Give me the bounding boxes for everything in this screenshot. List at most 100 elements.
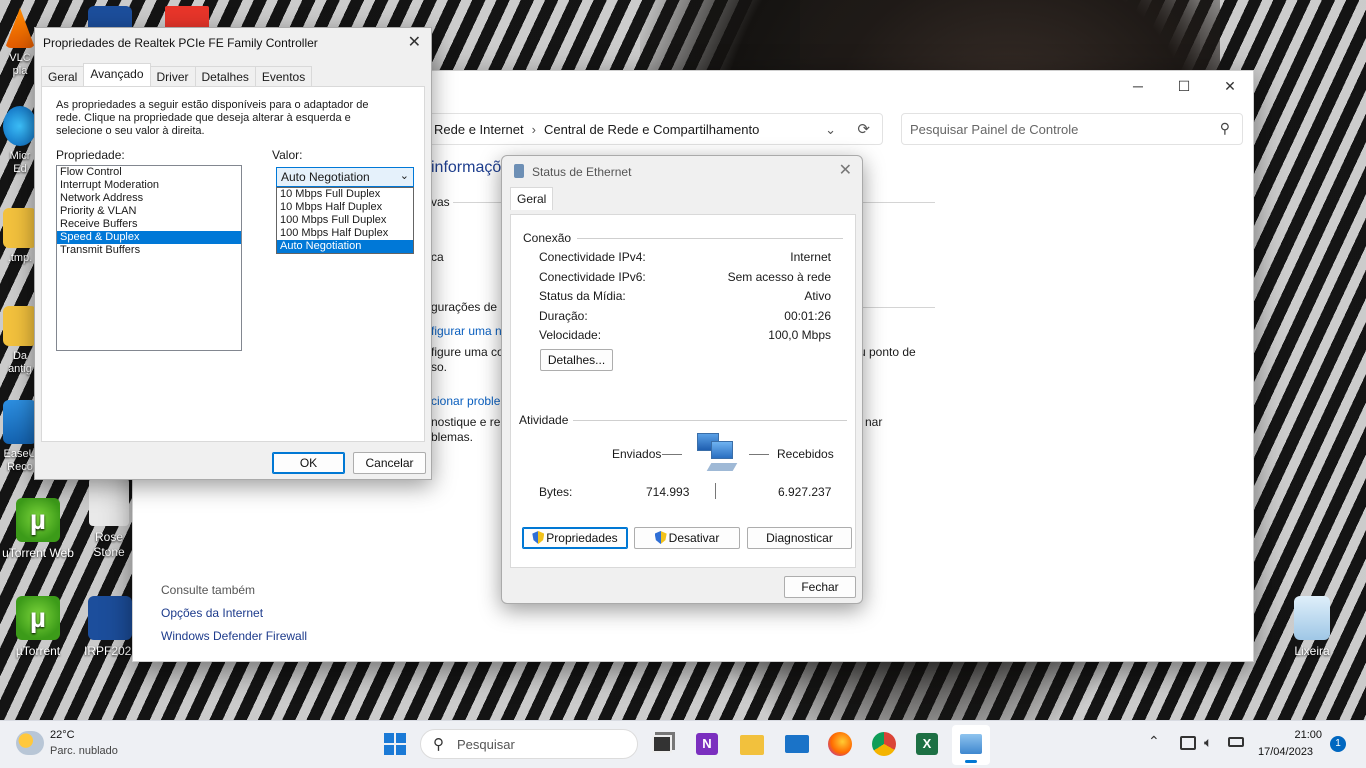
- minimize-icon[interactable]: ─: [1115, 71, 1161, 101]
- desktop-icon-utorrent-web[interactable]: µ uTorrent Web: [0, 498, 76, 560]
- search-label: Pesquisar: [457, 737, 515, 752]
- cancel-button[interactable]: Cancelar: [353, 452, 426, 474]
- utorrent-icon: µ: [16, 596, 60, 640]
- breadcrumb-central-rede[interactable]: Central de Rede e Compartilhamento: [544, 122, 759, 137]
- disable-button[interactable]: Desativar: [634, 527, 740, 549]
- description-text: As propriedades a seguir estão disponíve…: [56, 99, 369, 137]
- clock-time[interactable]: 21:00: [1262, 729, 1322, 741]
- close-icon[interactable]: ✕: [408, 32, 421, 52]
- taskbar-search[interactable]: ⚲ Pesquisar: [420, 729, 638, 759]
- list-item[interactable]: Network Address: [57, 192, 241, 205]
- chevron-down-icon[interactable]: ⌄: [825, 122, 836, 138]
- details-button[interactable]: Detalhes...: [540, 349, 613, 371]
- desktop-icon-rosetta[interactable]: Rose Stone: [84, 478, 134, 560]
- close-button[interactable]: Fechar: [784, 576, 856, 598]
- value-combobox[interactable]: Auto Negotiation ⌄: [276, 167, 414, 187]
- edge-icon: [3, 106, 37, 146]
- dropdown-option-selected[interactable]: Auto Negotiation: [277, 240, 413, 253]
- dropdown-option[interactable]: 100 Mbps Full Duplex: [277, 214, 413, 227]
- chevron-down-icon: ⌄: [399, 170, 409, 182]
- ok-button[interactable]: OK: [272, 452, 345, 474]
- battery-icon[interactable]: [1228, 737, 1244, 747]
- mail-icon[interactable]: [785, 735, 809, 753]
- row-value: Ativo: [804, 289, 831, 303]
- search-input[interactable]: Pesquisar Painel de Controle ⚲: [901, 113, 1243, 145]
- task-view-icon[interactable]: [652, 735, 672, 753]
- clock-date[interactable]: 17/04/2023: [1258, 746, 1313, 758]
- bg-text: vas: [431, 195, 450, 209]
- see-also-firewall[interactable]: Windows Defender Firewall: [161, 629, 307, 643]
- folder-icon: [3, 208, 37, 248]
- weather-icon[interactable]: [16, 731, 44, 755]
- list-item[interactable]: Interrupt Moderation: [57, 179, 241, 192]
- divider: [749, 454, 769, 455]
- bg-text: blemas.: [431, 430, 474, 444]
- breadcrumb-rede-internet[interactable]: Rede e Internet: [434, 122, 524, 137]
- divider: [853, 307, 935, 308]
- property-label: Propriedade:: [56, 148, 125, 162]
- list-item[interactable]: Flow Control: [57, 166, 241, 179]
- close-icon[interactable]: ✕: [839, 160, 852, 180]
- bg-text: so.: [431, 360, 448, 374]
- row-label: Status da Mídia:: [539, 289, 626, 303]
- diagnose-button[interactable]: Diagnosticar: [747, 527, 852, 549]
- maximize-icon[interactable]: ☐: [1161, 71, 1207, 101]
- status-row-duration: Duração: 00:01:26: [539, 309, 831, 323]
- chevron-up-icon[interactable]: ⌃: [1148, 733, 1160, 750]
- tab-geral[interactable]: Geral: [510, 187, 554, 210]
- dropdown-option[interactable]: 10 Mbps Half Duplex: [277, 201, 413, 214]
- notification-badge[interactable]: 1: [1330, 736, 1346, 752]
- search-icon: ⚲: [1219, 120, 1230, 136]
- excel-icon[interactable]: X: [916, 733, 938, 755]
- value-dropdown-list[interactable]: 10 Mbps Full Duplex 10 Mbps Half Duplex …: [276, 187, 414, 254]
- dropdown-option[interactable]: 10 Mbps Full Duplex: [277, 188, 413, 201]
- row-value: Internet: [790, 250, 831, 264]
- control-panel-taskbar-button[interactable]: [952, 725, 990, 765]
- volume-icon[interactable]: 🔈︎: [1204, 734, 1212, 751]
- bytes-sent-value: 714.993: [646, 485, 690, 499]
- see-also-label: Consulte também: [161, 583, 256, 597]
- list-item[interactable]: Priority & VLAN: [57, 205, 241, 218]
- row-label: Conectividade IPv4:: [539, 250, 646, 264]
- bg-link[interactable]: figurar uma n: [431, 324, 502, 338]
- desktop-icon-lixeira[interactable]: Lixeira: [1274, 596, 1350, 658]
- file-explorer-icon[interactable]: [740, 735, 764, 755]
- received-label: Recebidos: [777, 447, 834, 461]
- dialog-title: Status de Ethernet: [532, 165, 632, 179]
- network-icon[interactable]: [1180, 736, 1196, 750]
- activity-label: Atividade: [519, 413, 569, 427]
- list-item[interactable]: Receive Buffers: [57, 218, 241, 231]
- weather-temp[interactable]: 22°C: [50, 729, 75, 741]
- tab-avancado[interactable]: Avançado: [83, 63, 151, 87]
- list-item[interactable]: Transmit Buffers: [57, 244, 241, 257]
- desktop-icon-irpf[interactable]: IRPF2023: [84, 596, 138, 658]
- properties-button[interactable]: Propriedades: [522, 527, 628, 549]
- bytes-received-value: 6.927.237: [778, 485, 832, 499]
- ethernet-status-dialog: Status de Ethernet ✕ Geral Conexão Conec…: [501, 155, 863, 604]
- bg-link[interactable]: cionar proble: [431, 394, 500, 408]
- refresh-icon[interactable]: ⟳: [857, 120, 870, 138]
- desktop-icon-label: Rose Stone: [93, 530, 125, 559]
- property-list[interactable]: Flow Control Interrupt Moderation Networ…: [56, 165, 242, 351]
- tab-bar: Geral: [510, 187, 554, 210]
- close-icon[interactable]: ✕: [1207, 71, 1253, 101]
- start-button[interactable]: [384, 733, 406, 755]
- row-label: Velocidade:: [539, 328, 602, 342]
- address-bar[interactable]: Rede e Internet › Central de Rede e Comp…: [423, 113, 883, 145]
- onenote-icon[interactable]: N: [696, 733, 718, 755]
- value-label: Valor:: [272, 148, 303, 162]
- easeus-icon: [3, 400, 37, 444]
- see-also-internet-options[interactable]: Opções da Internet: [161, 606, 263, 620]
- list-item-selected[interactable]: Speed & Duplex: [57, 231, 241, 244]
- divider: [715, 483, 716, 499]
- desktop-icon-utorrent[interactable]: µ µTorrent: [0, 596, 76, 658]
- desktop-icon-label: uTorrent Web: [2, 546, 74, 560]
- dropdown-option[interactable]: 100 Mbps Half Duplex: [277, 227, 413, 240]
- rosetta-icon: [89, 478, 129, 526]
- status-row-ipv4: Conectividade IPv4: Internet: [539, 250, 831, 264]
- weather-desc[interactable]: Parc. nublado: [50, 745, 118, 757]
- row-value: 100,0 Mbps: [768, 328, 831, 342]
- chrome-icon[interactable]: [872, 732, 896, 756]
- button-label: Desativar: [668, 531, 720, 545]
- firefox-icon[interactable]: [828, 732, 852, 756]
